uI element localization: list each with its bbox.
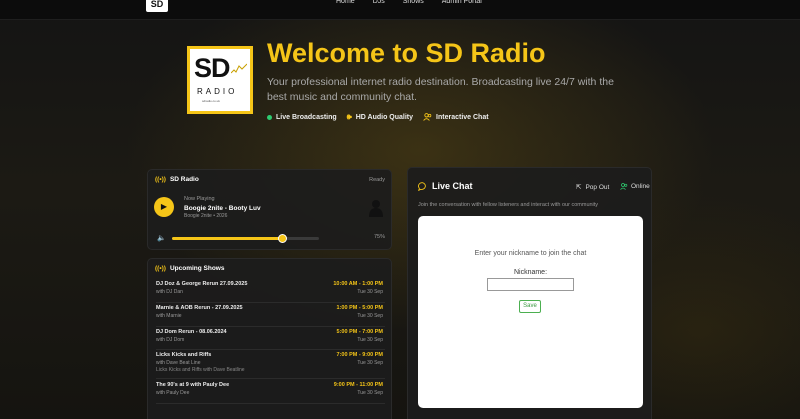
shows-title: Upcoming Shows (169, 265, 225, 272)
chat-bubble-icon (418, 181, 426, 191)
volume-handle[interactable] (278, 234, 288, 243)
save-button[interactable]: Save (519, 300, 541, 313)
volume-percent: 75% (373, 234, 385, 240)
pop-out-button[interactable]: ⇱ Pop Out (576, 183, 610, 192)
show-host: with Dave Beat Line (156, 360, 201, 366)
show-time: 5:00 PM - 7:00 PM (336, 329, 383, 335)
volume-fill (172, 237, 283, 240)
feature-live: Live Broadcasting (267, 114, 337, 121)
play-button[interactable]: ▶ (154, 197, 174, 217)
chat-subtitle: Join the conversation with fellow listen… (418, 202, 599, 208)
now-playing-label: Now Playing (184, 196, 215, 202)
feature-chat: Interactive Chat (423, 113, 489, 121)
show-row: DJ Dom Rerun - 08.06.2024 with DJ Dom 5:… (156, 329, 385, 350)
show-name: Marnie & AOB Rerun - 27.09.2025 (156, 305, 243, 311)
show-time: 10:00 AM - 1:00 PM (333, 281, 383, 287)
show-description: Licks Kicks and Riffs with Dave Beatline (156, 367, 245, 373)
page-title: Welcome to SD Radio (267, 38, 546, 68)
show-date: Tue 30 Sep (357, 289, 383, 295)
show-host: with DJ Dan (156, 289, 183, 295)
nav-logo[interactable]: SD (146, 0, 168, 12)
show-date: Tue 30 Sep (357, 390, 383, 396)
hero-logo-url: sdradio.co.uk (202, 99, 220, 103)
chat-title: Live Chat (432, 181, 473, 191)
feature-hd-audio: 🕪 HD Audio Quality (347, 112, 413, 122)
show-row: DJ Doz & George Rerun 27.09.2025 with DJ… (156, 281, 385, 303)
radio-signal-icon: ((•)) (155, 176, 166, 183)
users-icon (423, 113, 432, 121)
nav-link-admin-portal[interactable]: Admin Portal (442, 0, 482, 10)
speaker-icon: 🕪 (346, 112, 352, 121)
feature-list: Live Broadcasting 🕪 HD Audio Quality Int… (267, 112, 489, 122)
nav-link-djs[interactable]: DJs (373, 0, 385, 10)
now-playing-meta: Boogie 2nite • 2026 (184, 213, 228, 219)
show-name: Licks Kicks and Riffs (156, 352, 212, 358)
show-date: Tue 30 Sep (357, 313, 383, 319)
volume-icon[interactable]: 🔈 (157, 234, 166, 242)
online-users[interactable]: Online (620, 183, 650, 190)
show-row: The 90's at 9 with Pauly Dee with Pauly … (156, 382, 385, 404)
chat-header: Live Chat (418, 181, 473, 191)
radio-signal-icon: ((•)) (155, 265, 166, 272)
show-host: with Marnie (156, 313, 182, 319)
show-name: DJ Dom Rerun - 08.06.2024 (156, 329, 227, 335)
show-time: 7:00 PM - 9:00 PM (336, 352, 383, 358)
live-chat: Live Chat ⇱ Pop Out Online Join the conv… (407, 167, 652, 419)
hero-logo-word: RADIO (197, 87, 238, 96)
feature-chat-label: Interactive Chat (436, 113, 489, 121)
nav-link-shows[interactable]: Shows (403, 0, 424, 10)
show-host: with DJ Dom (156, 337, 185, 343)
chat-join-panel: Enter your nickname to join the chat Nic… (418, 216, 643, 408)
hero-logo-sd: SD (194, 53, 231, 83)
chat-join-prompt: Enter your nickname to join the chat (474, 250, 587, 257)
volume-slider[interactable] (172, 234, 319, 243)
show-row: Marnie & AOB Rerun - 27.09.2025 with Mar… (156, 305, 385, 327)
show-time: 1:00 PM - 5:00 PM (336, 305, 383, 311)
feature-live-label: Live Broadcasting (276, 113, 337, 121)
show-name: The 90's at 9 with Pauly Dee (156, 382, 230, 388)
show-date: Tue 30 Sep (357, 337, 383, 343)
pop-out-label: Pop Out (585, 183, 610, 191)
top-nav: SD Home DJs Shows Admin Portal (0, 0, 800, 20)
player-header: ((•)) SD Radio (155, 176, 199, 183)
nickname-label: Nickname: (513, 269, 548, 276)
feature-hd-label: HD Audio Quality (355, 113, 414, 121)
show-host: with Pauly Dee (156, 390, 190, 396)
external-link-icon: ⇱ (576, 184, 582, 191)
player-status: Ready (369, 177, 385, 183)
dj-avatar-icon (369, 200, 383, 217)
show-time: 9:00 PM - 11:00 PM (333, 382, 383, 388)
show-date: Tue 30 Sep (357, 360, 383, 366)
player-title: SD Radio (169, 176, 199, 183)
upcoming-shows: ((•)) Upcoming Shows DJ Doz & George Rer… (147, 258, 392, 419)
nav-links: Home DJs Shows Admin Portal (336, 0, 500, 10)
shows-header: ((•)) Upcoming Shows (155, 265, 224, 272)
now-playing-track: Boogie 2nite - Booty Luv (184, 205, 261, 212)
nickname-input[interactable] (487, 278, 574, 291)
online-label: Online (631, 183, 650, 190)
signal-wave-icon (231, 63, 247, 74)
radio-player: ((•)) SD Radio Ready ▶ Now Playing Boogi… (147, 169, 392, 250)
hero-logo: SD RADIO sdradio.co.uk (187, 46, 253, 114)
live-dot-icon (267, 114, 272, 120)
show-name: DJ Doz & George Rerun 27.09.2025 (156, 281, 248, 287)
hero-subtitle: Your professional internet radio destina… (267, 76, 614, 103)
nav-link-home[interactable]: Home (336, 0, 355, 10)
show-row: Licks Kicks and Riffs with Dave Beat Lin… (156, 352, 385, 379)
users-icon (620, 183, 628, 190)
